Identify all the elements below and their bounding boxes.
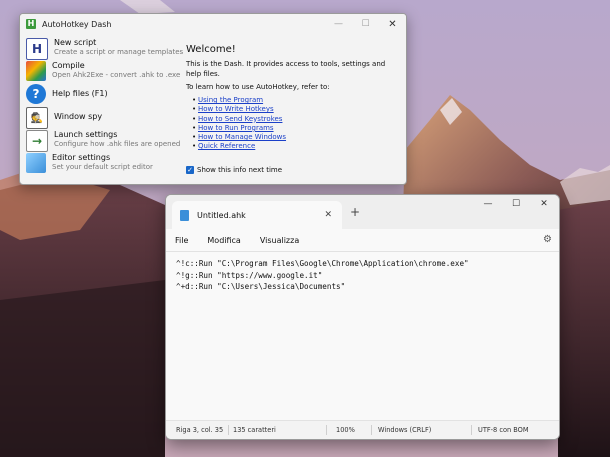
- window-spy-item[interactable]: 🕵 Window spy: [26, 107, 186, 130]
- link-manage-windows[interactable]: How to Manage Windows: [192, 133, 400, 143]
- editor-settings-item[interactable]: Editor settings Set your default script …: [26, 153, 186, 176]
- close-button[interactable]: ✕: [534, 199, 554, 209]
- new-script-desc: Create a script or manage templates: [54, 48, 184, 56]
- link-send-keystrokes[interactable]: How to Send Keystrokes: [192, 115, 400, 125]
- minimize-button[interactable]: —: [478, 199, 498, 209]
- notepad-menubar: File Modifica Visualizza ⚙: [166, 229, 559, 251]
- learn-text: To learn how to use AutoHotkey, refer to…: [186, 83, 330, 91]
- show-next-time-label: Show this info next time: [197, 166, 283, 174]
- link-quick-reference[interactable]: Quick Reference: [192, 142, 400, 152]
- notepad-tabbar[interactable]: Untitled.ahk ✕ + — ☐ ✕: [166, 195, 559, 229]
- arrow-right-icon: →: [26, 130, 48, 152]
- document-h-icon: H: [26, 38, 48, 60]
- menu-modifica[interactable]: Modifica: [207, 236, 240, 245]
- compile-icon: [26, 61, 46, 81]
- autohotkey-app-icon: H: [26, 19, 36, 29]
- help-files-item[interactable]: ? Help files (F1): [26, 84, 186, 107]
- compile-desc: Open Ahk2Exe - convert .ahk to .exe: [52, 71, 181, 79]
- tab-untitled-ahk[interactable]: Untitled.ahk ✕: [172, 201, 342, 229]
- help-links: Using the Program How to Write Hotkeys H…: [192, 96, 400, 152]
- notepad-window: Untitled.ahk ✕ + — ☐ ✕ File Modifica Vis…: [165, 194, 560, 440]
- link-run-programs[interactable]: How to Run Programs: [192, 124, 400, 134]
- checkbox-checked-icon[interactable]: ✓: [186, 166, 194, 174]
- dash-window-title: AutoHotkey Dash: [42, 19, 112, 29]
- status-encoding: UTF-8 con BOM: [478, 426, 529, 434]
- close-button[interactable]: ✕: [379, 14, 406, 34]
- status-zoom[interactable]: 100%: [336, 426, 355, 434]
- text-editor[interactable]: ^!c::Run "C:\Program Files\Google\Chrome…: [166, 251, 559, 422]
- spy-icon: 🕵: [26, 107, 48, 129]
- autohotkey-dash-window: H AutoHotkey Dash — ☐ ✕ H New script Cre…: [19, 13, 407, 185]
- launch-settings-item[interactable]: → Launch settings Configure how .ahk fil…: [26, 130, 186, 153]
- status-divider: [228, 425, 229, 435]
- maximize-button[interactable]: ☐: [506, 199, 526, 209]
- link-write-hotkeys[interactable]: How to Write Hotkeys: [192, 105, 400, 115]
- compile-item[interactable]: Compile Open Ahk2Exe - convert .ahk to .…: [26, 61, 186, 84]
- status-line-ending: Windows (CRLF): [378, 426, 432, 434]
- status-divider: [371, 425, 372, 435]
- editor-settings-label: Editor settings: [52, 153, 111, 162]
- notepad-file-icon: [180, 209, 189, 221]
- code-line: ^!c::Run "C:\Program Files\Google\Chrome…: [176, 259, 469, 268]
- launch-settings-label: Launch settings: [54, 130, 118, 139]
- code-line: ^!g::Run "https://www.google.it": [176, 270, 323, 280]
- welcome-panel: Welcome! This is the Dash. It provides a…: [186, 44, 400, 152]
- show-next-time-checkbox[interactable]: ✓ Show this info next time: [186, 166, 282, 174]
- minimize-button[interactable]: —: [325, 14, 352, 34]
- new-tab-button[interactable]: +: [350, 205, 360, 219]
- maximize-button[interactable]: ☐: [352, 14, 379, 34]
- status-divider: [471, 425, 472, 435]
- help-circle-icon: ?: [26, 84, 46, 104]
- status-chars: 135 caratteri: [233, 426, 276, 434]
- gear-icon[interactable]: ⚙: [543, 234, 552, 245]
- editor-content[interactable]: ^!c::Run "C:\Program Files\Google\Chrome…: [176, 258, 469, 293]
- editor-icon: [26, 153, 46, 173]
- status-divider: [326, 425, 327, 435]
- status-position: Riga 3, col. 35: [176, 426, 224, 434]
- menu-visualizza[interactable]: Visualizza: [260, 236, 299, 245]
- dash-actions-list: H New script Create a script or manage t…: [26, 38, 186, 176]
- editor-settings-desc: Set your default script editor: [52, 163, 153, 171]
- code-line: ^+d::Run "C:\Users\Jessica\Documents": [176, 282, 346, 291]
- intro-text: This is the Dash. It provides access to …: [186, 60, 386, 78]
- menu-file[interactable]: File: [175, 236, 188, 245]
- window-spy-label: Window spy: [54, 112, 103, 121]
- tab-close-icon[interactable]: ✕: [324, 210, 332, 220]
- help-files-label: Help files (F1): [52, 89, 108, 98]
- status-bar: Riga 3, col. 35 135 caratteri 100% Windo…: [166, 420, 559, 439]
- compile-label: Compile: [52, 61, 85, 70]
- welcome-heading: Welcome!: [186, 44, 236, 55]
- link-using-program[interactable]: Using the Program: [192, 96, 400, 106]
- new-script-label: New script: [54, 38, 97, 47]
- new-script-item[interactable]: H New script Create a script or manage t…: [26, 38, 186, 61]
- dash-titlebar[interactable]: H AutoHotkey Dash — ☐ ✕: [20, 14, 406, 34]
- tab-title: Untitled.ahk: [197, 210, 246, 220]
- launch-settings-desc: Configure how .ahk files are opened: [54, 140, 181, 148]
